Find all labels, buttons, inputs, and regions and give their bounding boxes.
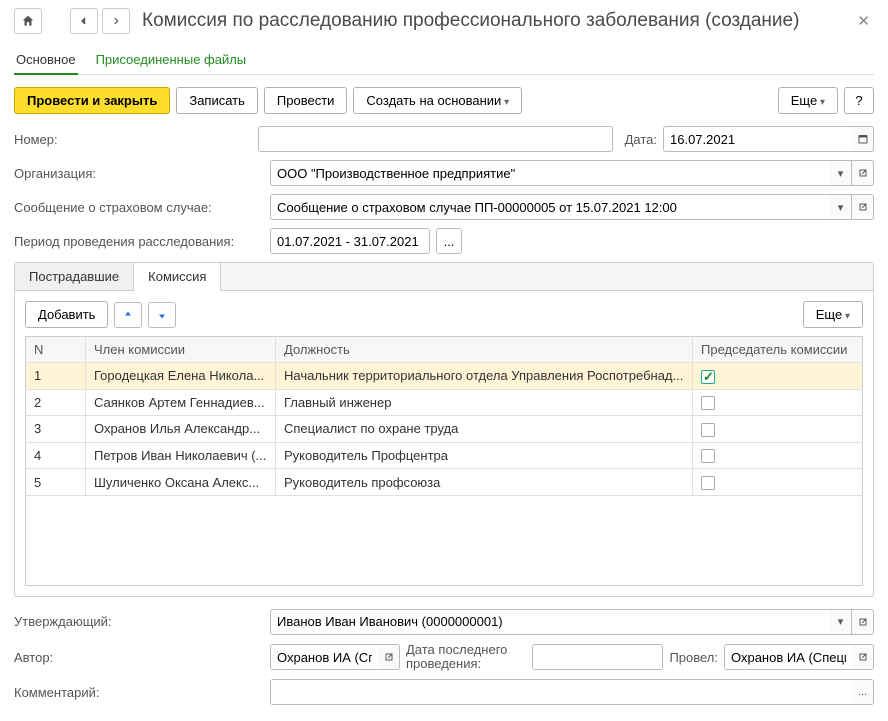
tab-commission[interactable]: Комиссия (134, 263, 221, 291)
table-row[interactable]: 1Городецкая Елена Никола...Начальник тер… (26, 363, 863, 390)
cell-n: 4 (26, 442, 86, 469)
dropdown-icon[interactable]: ▾ (830, 609, 852, 635)
col-member[interactable]: Член комиссии (86, 337, 276, 363)
cell-chair[interactable] (693, 389, 863, 416)
cell-n: 1 (26, 363, 86, 390)
home-icon[interactable] (14, 8, 42, 34)
cell-position: Специалист по охране труда (276, 416, 693, 443)
cell-member: Саянков Артем Геннадиев... (86, 389, 276, 416)
post-close-button[interactable]: Провести и закрыть (14, 87, 170, 114)
calendar-icon[interactable] (852, 126, 874, 152)
cell-chair[interactable] (693, 469, 863, 496)
tab-victims[interactable]: Пострадавшие (15, 263, 134, 291)
author-label: Автор: (14, 650, 264, 665)
comment-label: Комментарий: (14, 685, 264, 700)
cell-member: Охранов Илья Александр... (86, 416, 276, 443)
more-button[interactable]: Еще (778, 87, 838, 114)
cell-chair[interactable] (693, 363, 863, 390)
post-button[interactable]: Провести (264, 87, 348, 114)
dropdown-icon[interactable]: ▾ (830, 160, 852, 186)
author-input[interactable] (270, 644, 378, 670)
date-label: Дата: (625, 132, 657, 147)
cell-n: 3 (26, 416, 86, 443)
cell-position: Начальник территориального отдела Управл… (276, 363, 693, 390)
cell-position: Главный инженер (276, 389, 693, 416)
open-icon[interactable] (852, 644, 874, 670)
open-icon[interactable] (378, 644, 400, 670)
cell-n: 2 (26, 389, 86, 416)
close-icon[interactable]: ✕ (853, 8, 874, 34)
move-up-icon[interactable] (114, 302, 142, 328)
cell-member: Петров Иван Николаевич (... (86, 442, 276, 469)
move-down-icon[interactable] (148, 302, 176, 328)
grid-empty-area (25, 496, 863, 586)
table-row[interactable]: 4Петров Иван Николаевич (...Руководитель… (26, 442, 863, 469)
table-row[interactable]: 2Саянков Артем Геннадиев...Главный инжен… (26, 389, 863, 416)
open-icon[interactable] (852, 160, 874, 186)
org-label: Организация: (14, 166, 264, 181)
forward-icon[interactable] (102, 8, 130, 34)
open-icon[interactable] (852, 194, 874, 220)
poster-input[interactable] (724, 644, 852, 670)
table-row[interactable]: 3Охранов Илья Александр...Специалист по … (26, 416, 863, 443)
col-position[interactable]: Должность (276, 337, 693, 363)
cell-position: Руководитель Профцентра (276, 442, 693, 469)
number-input[interactable] (258, 126, 613, 152)
cell-chair[interactable] (693, 416, 863, 443)
cell-position: Руководитель профсоюза (276, 469, 693, 496)
date-input[interactable] (663, 126, 852, 152)
approver-label: Утверждающий: (14, 614, 264, 629)
back-icon[interactable] (70, 8, 98, 34)
cell-n: 5 (26, 469, 86, 496)
help-button[interactable]: ? (844, 87, 874, 114)
tab-attached[interactable]: Присоединенные файлы (94, 46, 249, 75)
approver-input[interactable] (270, 609, 830, 635)
cell-chair[interactable] (693, 442, 863, 469)
col-chair[interactable]: Председатель комиссии (693, 337, 863, 363)
org-input[interactable] (270, 160, 830, 186)
cell-member: Городецкая Елена Никола... (86, 363, 276, 390)
create-based-button[interactable]: Создать на основании (353, 87, 522, 114)
case-input[interactable] (270, 194, 830, 220)
cell-member: Шуличенко Оксана Алекс... (86, 469, 276, 496)
lastpost-input[interactable] (532, 644, 663, 670)
case-label: Сообщение о страховом случае: (14, 200, 264, 215)
page-title: Комиссия по расследованию профессиональн… (142, 10, 849, 32)
poster-label: Провел: (669, 650, 718, 665)
period-picker-button[interactable]: ... (436, 228, 462, 254)
panel-more-button[interactable]: Еще (803, 301, 863, 328)
dropdown-icon[interactable]: ▾ (830, 194, 852, 220)
period-label: Период проведения расследования: (14, 234, 264, 249)
save-button[interactable]: Записать (176, 87, 258, 114)
period-input[interactable] (270, 228, 430, 254)
nav-tabs: Основное Присоединенные файлы (14, 46, 874, 75)
open-icon[interactable] (852, 609, 874, 635)
add-button[interactable]: Добавить (25, 301, 108, 328)
action-toolbar: Провести и закрыть Записать Провести Соз… (14, 87, 874, 114)
col-n[interactable]: N (26, 337, 86, 363)
commission-table: N Член комиссии Должность Председатель к… (25, 336, 863, 496)
number-label: Номер: (14, 132, 70, 147)
lastpost-label: Дата последнего проведения: (406, 643, 526, 672)
tab-main[interactable]: Основное (14, 46, 78, 75)
commission-panel: Пострадавшие Комиссия Добавить Еще N Чле… (14, 262, 874, 597)
table-row[interactable]: 5Шуличенко Оксана Алекс...Руководитель п… (26, 469, 863, 496)
